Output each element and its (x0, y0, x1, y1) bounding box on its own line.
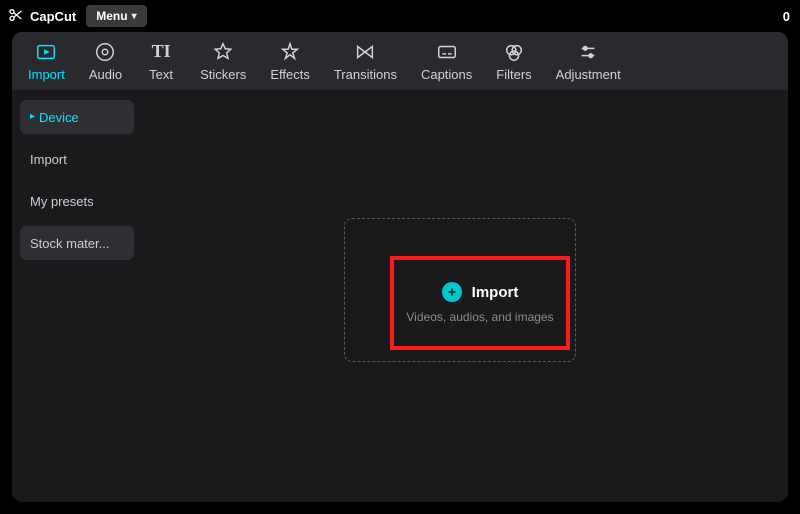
tab-audio[interactable]: Audio (77, 32, 134, 90)
captions-icon (436, 41, 458, 63)
sidebar-item-label: Device (39, 110, 79, 125)
app-logo: CapCut (8, 7, 76, 26)
tab-stickers[interactable]: Stickers (188, 32, 258, 90)
sidebar-item-my-presets[interactable]: My presets (20, 184, 134, 218)
filters-icon (503, 41, 525, 63)
effects-icon (279, 41, 301, 63)
scissors-icon (8, 7, 24, 26)
plus-icon (442, 282, 462, 302)
sidebar-item-label: Import (30, 152, 67, 167)
audio-icon (94, 41, 116, 63)
adjustment-icon (577, 41, 599, 63)
stickers-icon (212, 41, 234, 63)
sidebar-item-label: Stock mater... (30, 236, 109, 251)
app-name: CapCut (30, 9, 76, 24)
tab-label: Text (149, 67, 173, 82)
transitions-icon (354, 41, 376, 63)
tab-label: Filters (496, 67, 531, 82)
sidebar-item-stock-materials[interactable]: Stock mater... (20, 226, 134, 260)
tab-label: Import (28, 67, 65, 82)
tab-label: Stickers (200, 67, 246, 82)
tab-captions[interactable]: Captions (409, 32, 484, 90)
titlebar-right-text: 0 (783, 9, 792, 24)
panel-body: Device Import My presets Stock mater... (12, 90, 788, 502)
title-bar: CapCut Menu ▾ 0 (0, 0, 800, 32)
sidebar: Device Import My presets Stock mater... (12, 90, 142, 502)
tab-effects[interactable]: Effects (258, 32, 322, 90)
import-button-label: Import (472, 284, 519, 301)
tab-label: Effects (270, 67, 310, 82)
sidebar-item-device[interactable]: Device (20, 100, 134, 134)
tab-label: Audio (89, 67, 122, 82)
chevron-down-icon: ▾ (132, 11, 137, 22)
tab-adjustment[interactable]: Adjustment (544, 32, 633, 90)
import-button[interactable]: Import (442, 282, 519, 302)
editor-panel: Import Audio TI Text Stickers (12, 32, 788, 502)
text-icon: TI (150, 41, 172, 63)
tab-label: Captions (421, 67, 472, 82)
tab-filters[interactable]: Filters (484, 32, 543, 90)
tab-text[interactable]: TI Text (134, 32, 188, 90)
tab-transitions[interactable]: Transitions (322, 32, 409, 90)
tab-label: Transitions (334, 67, 397, 82)
import-subtitle: Videos, audios, and images (406, 310, 553, 324)
import-icon (35, 41, 57, 63)
menu-button-label: Menu (96, 9, 127, 23)
main-area: Import Videos, audios, and images (142, 90, 788, 502)
tab-import[interactable]: Import (16, 32, 77, 90)
sidebar-item-import[interactable]: Import (20, 142, 134, 176)
top-toolbar: Import Audio TI Text Stickers (12, 32, 788, 90)
menu-button[interactable]: Menu ▾ (86, 5, 146, 27)
tab-label: Adjustment (556, 67, 621, 82)
app-root: CapCut Menu ▾ 0 Import Audio TI (0, 0, 800, 514)
tutorial-highlight: Import Videos, audios, and images (390, 256, 570, 350)
sidebar-item-label: My presets (30, 194, 94, 209)
